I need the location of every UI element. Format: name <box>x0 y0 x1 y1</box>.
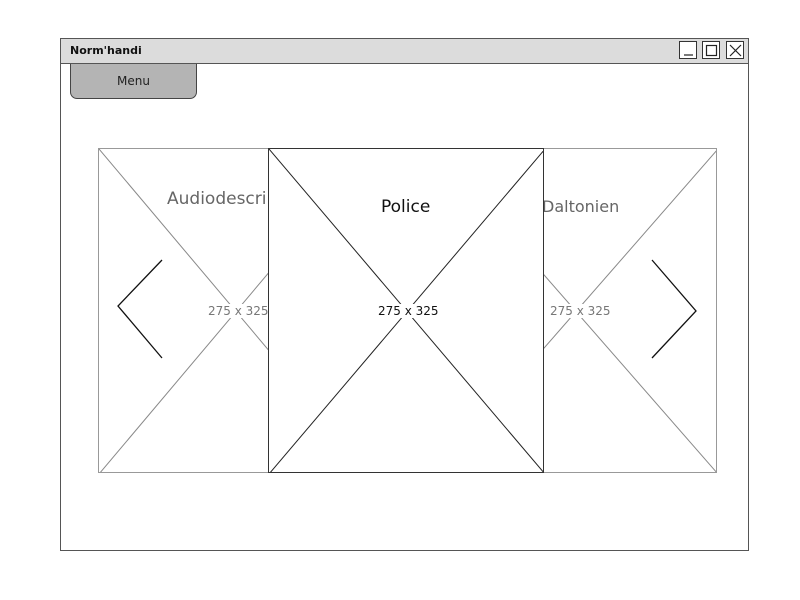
close-icon <box>729 44 742 57</box>
carousel-card-center[interactable]: Police 275 x 325 <box>268 148 544 473</box>
card-title: Daltonien <box>542 197 620 216</box>
card-dimensions: 275 x 325 <box>206 304 271 318</box>
chevron-left-icon <box>117 259 163 359</box>
window-title: Norm'handi <box>70 44 142 57</box>
minimize-icon <box>684 54 693 56</box>
carousel-next-button[interactable] <box>650 258 700 363</box>
card-title: Police <box>381 197 431 217</box>
app-window: Norm'handi Menu Audiodescrip 275 x 325 D… <box>60 38 749 551</box>
page: Norm'handi Menu Audiodescrip 275 x 325 D… <box>0 0 800 600</box>
chevron-right-icon <box>651 259 697 359</box>
menu-button[interactable]: Menu <box>70 64 197 99</box>
card-dimensions: 275 x 325 <box>376 304 441 318</box>
maximize-button[interactable] <box>702 41 720 59</box>
card-dimensions: 275 x 325 <box>548 304 613 318</box>
carousel-prev-button[interactable] <box>116 258 166 363</box>
close-button[interactable] <box>726 41 744 59</box>
maximize-icon <box>705 44 718 57</box>
card-title: Audiodescrip <box>167 189 278 209</box>
minimize-button[interactable] <box>679 41 697 59</box>
title-bar: Norm'handi <box>61 39 748 64</box>
